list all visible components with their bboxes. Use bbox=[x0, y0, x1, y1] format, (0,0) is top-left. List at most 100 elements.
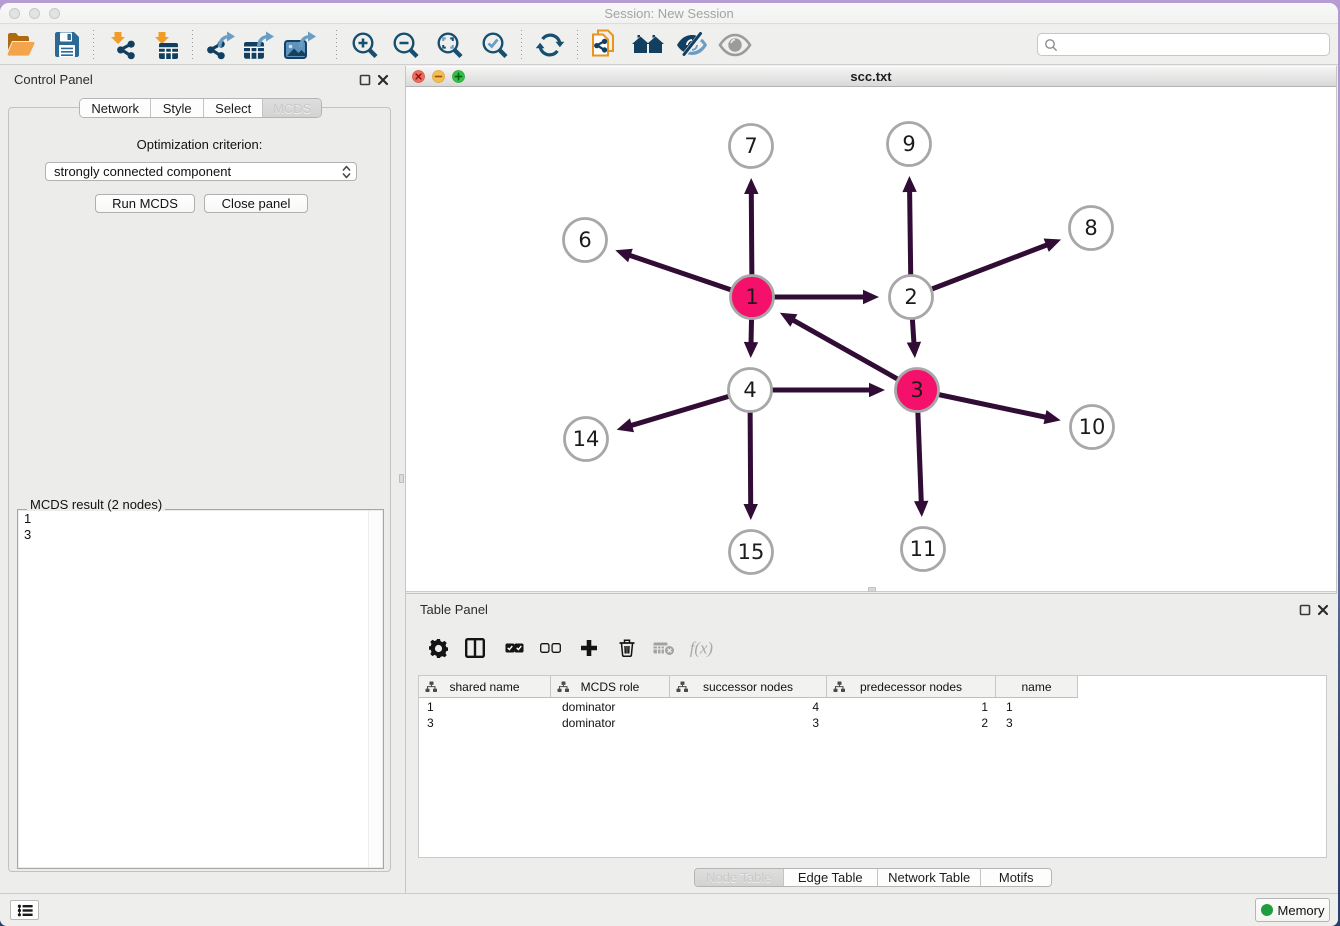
graph-node-1[interactable]: 1 bbox=[731, 276, 774, 319]
graph-node-label: 4 bbox=[743, 378, 756, 402]
graph-edge-arrow bbox=[744, 342, 758, 358]
tab-node-table[interactable]: Node Table bbox=[695, 869, 784, 886]
mcds-result-item[interactable]: 1 bbox=[19, 511, 382, 527]
import-network-icon[interactable] bbox=[105, 28, 139, 62]
table-row[interactable]: 1 dominator 4 1 1 bbox=[419, 699, 1326, 715]
delete-row-icon[interactable] bbox=[612, 633, 642, 663]
graph-node-8[interactable]: 8 bbox=[1070, 207, 1113, 250]
graph-node-11[interactable]: 11 bbox=[902, 528, 945, 571]
first-neighbors-icon[interactable] bbox=[631, 28, 665, 62]
graph-node-3[interactable]: 3 bbox=[896, 369, 939, 412]
run-mcds-button[interactable]: Run MCDS bbox=[95, 194, 195, 213]
toolbar-separator bbox=[336, 30, 337, 59]
canvas-grip[interactable] bbox=[868, 587, 876, 592]
task-history-button[interactable] bbox=[10, 900, 39, 920]
open-session-icon[interactable] bbox=[5, 28, 39, 62]
column-header-name[interactable]: name bbox=[996, 676, 1078, 698]
zoom-selected-icon[interactable] bbox=[477, 28, 511, 62]
zoom-out-icon[interactable] bbox=[388, 28, 422, 62]
search-input[interactable] bbox=[1037, 33, 1330, 56]
graph-edge-arrow bbox=[907, 342, 921, 359]
tab-motifs[interactable]: Motifs bbox=[981, 869, 1051, 886]
graph-node-2[interactable]: 2 bbox=[890, 276, 933, 319]
column-header-predecessor-nodes[interactable]: predecessor nodes bbox=[827, 676, 996, 698]
control-panel: Control Panel Network Style Select MCDS … bbox=[0, 65, 397, 893]
criterion-value: strongly connected component bbox=[54, 164, 231, 179]
export-image-icon[interactable] bbox=[284, 28, 318, 62]
export-table-icon[interactable] bbox=[243, 28, 277, 62]
graph-node-label: 8 bbox=[1084, 216, 1097, 240]
tab-network-table[interactable]: Network Table bbox=[878, 869, 981, 886]
graph-node-label: 2 bbox=[904, 285, 917, 309]
task-list-icon bbox=[17, 904, 33, 917]
column-label: name bbox=[1021, 680, 1051, 694]
graph-edge-arrow bbox=[1044, 239, 1062, 252]
clone-network-icon[interactable] bbox=[588, 28, 622, 62]
mcds-result-list[interactable]: 1 3 bbox=[19, 511, 382, 867]
network-window-titlebar[interactable]: scc.txt bbox=[406, 66, 1336, 87]
graph-node-10[interactable]: 10 bbox=[1071, 406, 1114, 449]
graph-edge-arrow bbox=[869, 383, 885, 397]
tab-style[interactable]: Style bbox=[151, 99, 204, 117]
graph-node-15[interactable]: 15 bbox=[730, 531, 773, 574]
tab-mcds[interactable]: MCDS bbox=[263, 99, 321, 117]
toolbar-separator bbox=[577, 30, 578, 59]
node-table: shared name MCDS role successor nodes pr… bbox=[418, 675, 1327, 858]
export-network-icon[interactable] bbox=[204, 28, 238, 62]
table-header: shared name MCDS role successor nodes pr… bbox=[419, 676, 1326, 698]
import-table-icon[interactable] bbox=[149, 28, 183, 62]
tab-network[interactable]: Network bbox=[80, 99, 151, 117]
graph-edge-arrow bbox=[863, 290, 879, 304]
cell-predecessor-nodes: 2 bbox=[827, 715, 988, 731]
cell-shared-name: 1 bbox=[427, 699, 547, 715]
memory-status-icon bbox=[1261, 904, 1273, 916]
gear-icon[interactable] bbox=[423, 633, 453, 663]
save-session-icon[interactable] bbox=[50, 28, 84, 62]
cell-predecessor-nodes: 1 bbox=[827, 699, 988, 715]
split-columns-icon[interactable] bbox=[460, 633, 490, 663]
delete-table-icon bbox=[649, 633, 679, 663]
close-table-panel-icon[interactable] bbox=[1317, 603, 1329, 615]
zoom-in-icon[interactable] bbox=[347, 28, 381, 62]
refresh-view-icon[interactable] bbox=[533, 28, 567, 62]
tab-select[interactable]: Select bbox=[204, 99, 264, 117]
add-row-icon[interactable] bbox=[574, 633, 604, 663]
graph-node-label: 11 bbox=[910, 537, 937, 561]
table-row[interactable]: 3 dominator 3 2 3 bbox=[419, 715, 1326, 731]
network-canvas[interactable]: 1 2 3 4 6 7 8 9 10 11 14 15 bbox=[406, 87, 1336, 592]
graph-node-4[interactable]: 4 bbox=[729, 369, 772, 412]
close-panel-icon[interactable] bbox=[377, 73, 389, 85]
cell-mcds-role: dominator bbox=[562, 699, 667, 715]
column-header-mcds-role[interactable]: MCDS role bbox=[551, 676, 670, 698]
deselect-all-icon[interactable] bbox=[535, 633, 565, 663]
criterion-select[interactable]: strongly connected component bbox=[45, 162, 357, 181]
column-header-successor-nodes[interactable]: successor nodes bbox=[670, 676, 827, 698]
main-toolbar bbox=[0, 25, 1338, 65]
column-label: successor nodes bbox=[703, 680, 793, 694]
float-table-panel-icon[interactable] bbox=[1299, 603, 1311, 615]
mcds-result-scrollbar[interactable] bbox=[368, 511, 382, 867]
close-panel-button[interactable]: Close panel bbox=[204, 194, 308, 213]
zoom-fit-icon[interactable] bbox=[432, 28, 466, 62]
cell-name: 1 bbox=[1006, 699, 1076, 715]
graph-edge-arrow bbox=[744, 504, 758, 520]
column-label: shared name bbox=[449, 680, 519, 694]
mcds-result-item[interactable]: 3 bbox=[19, 527, 382, 543]
graph-node-14[interactable]: 14 bbox=[565, 418, 608, 461]
splitter-grip[interactable] bbox=[399, 474, 404, 483]
graph-node-9[interactable]: 9 bbox=[888, 123, 931, 166]
tab-edge-table[interactable]: Edge Table bbox=[784, 869, 878, 886]
column-header-shared-name[interactable]: shared name bbox=[419, 676, 551, 698]
float-panel-icon[interactable] bbox=[359, 73, 371, 85]
hide-details-icon[interactable] bbox=[675, 28, 709, 62]
graph-node-6[interactable]: 6 bbox=[564, 219, 607, 262]
memory-button[interactable]: Memory bbox=[1255, 898, 1330, 922]
cell-name: 3 bbox=[1006, 715, 1076, 731]
graph-edge-arrow bbox=[744, 178, 758, 194]
graph-node-7[interactable]: 7 bbox=[730, 125, 773, 168]
graph-edge-arrow bbox=[617, 418, 634, 432]
show-details-icon[interactable] bbox=[718, 28, 752, 62]
select-all-icon[interactable] bbox=[499, 633, 529, 663]
graph-node-label: 6 bbox=[578, 228, 591, 252]
mcds-result-title: MCDS result (2 nodes) bbox=[27, 497, 165, 511]
